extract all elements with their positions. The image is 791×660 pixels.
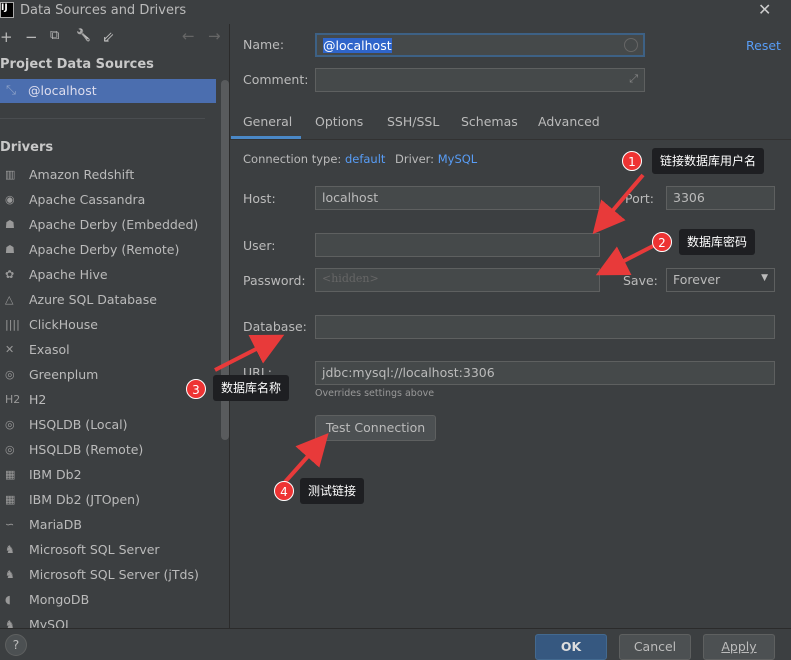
annotation-label-1: 链接数据库用户名 <box>652 148 765 174</box>
annotation-label-2: 数据库密码 <box>679 229 756 255</box>
annotation-label-3: 数据库名称 <box>213 375 290 401</box>
annotation-badge-2: 2 <box>652 232 672 252</box>
arrow-1 <box>592 173 645 235</box>
arrow-4 <box>283 433 329 484</box>
annotation-badge-3: 3 <box>186 379 206 399</box>
arrow-3 <box>214 334 285 372</box>
annotation-label-4: 测试链接 <box>300 478 365 504</box>
annotation-badge-4: 4 <box>274 481 294 501</box>
ok-button[interactable]: OK <box>535 634 607 660</box>
apply-button[interactable]: Apply <box>703 634 775 660</box>
help-button[interactable]: ? <box>5 634 27 656</box>
arrow-2 <box>595 243 656 276</box>
cancel-button[interactable]: Cancel <box>619 634 691 660</box>
annotation-arrows <box>214 173 656 484</box>
annotation-badge-1: 1 <box>622 151 642 171</box>
